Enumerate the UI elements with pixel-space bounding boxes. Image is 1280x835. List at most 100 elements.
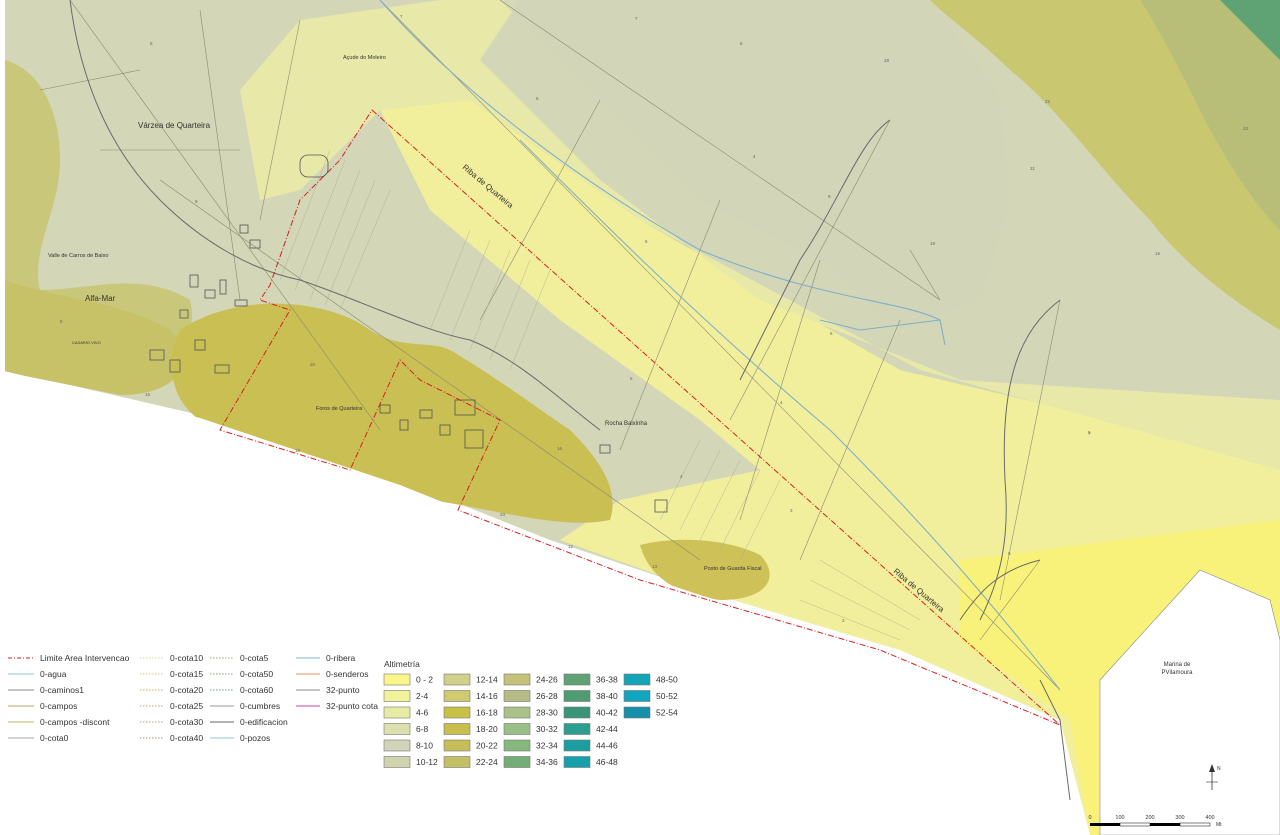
legend-label: 0-cota25	[170, 701, 203, 711]
legend-label: 0-cota60	[240, 685, 273, 695]
altimetry-swatch	[623, 673, 651, 686]
altimetry-label: 28-30	[536, 708, 558, 718]
spot-height: 22	[1045, 99, 1051, 104]
altimetry-swatch	[563, 723, 591, 735]
place-label-rocha: Rocha Baixinha	[605, 421, 648, 427]
altimetry-swatch	[563, 756, 591, 768]
spot-height: 16	[557, 446, 563, 451]
altimetry-swatch	[503, 673, 531, 686]
altimetry-label: 0 - 2	[416, 675, 433, 685]
legend-label: 0-ribera	[326, 653, 356, 663]
spot-height: 19	[930, 241, 936, 246]
legend-label: 0-cota5	[240, 653, 269, 663]
altimetry-label: 42-44	[596, 724, 618, 734]
altimetry-label: 8-10	[416, 741, 433, 751]
spot-height: 13	[652, 564, 658, 569]
altimetry-label: 48-50	[656, 675, 678, 685]
altimetry-label: 26-28	[536, 691, 558, 701]
altimetry-label: 14-16	[476, 691, 498, 701]
place-label-marina-2: PVilamoura	[1162, 670, 1194, 676]
scale-tick: 0	[1088, 815, 1091, 821]
altimetry-label: 34-36	[536, 757, 558, 767]
place-label-casario: CASARIO VIVO	[72, 340, 101, 345]
altimetry-label: 38-40	[596, 691, 618, 701]
altimetry-swatch	[503, 739, 531, 752]
scale-tick: 200	[1145, 815, 1154, 821]
altimetry-swatch	[443, 706, 471, 719]
altimetry-swatch	[383, 739, 411, 752]
altimetry-label: 18-20	[476, 724, 498, 734]
north-label: N	[1217, 766, 1221, 772]
legend-label: 0-cota40	[170, 733, 203, 743]
altimetry-swatch	[563, 673, 591, 686]
spot-height: 23	[1243, 126, 1249, 131]
altimetry-label: 44-46	[596, 741, 618, 751]
altimetry-label: 10-12	[416, 757, 438, 767]
scale-tick: 100	[1115, 815, 1124, 821]
map-figure: 8 7 7 6 8 4 9 5 28 22 23 21 15 19 6 4 5 …	[0, 0, 1280, 835]
place-label-acude: Açude do Moleiro	[343, 55, 386, 61]
spot-height: 21	[1030, 166, 1036, 171]
altimetry-swatch	[383, 673, 411, 686]
altimetry-label: 22-24	[476, 757, 498, 767]
altimetry-label: 46-48	[596, 757, 618, 767]
altimetry-swatch	[503, 706, 531, 719]
legend-label: 0-cota20	[170, 685, 203, 695]
altimetry-swatch	[443, 690, 471, 702]
legend-label: 0-cota10	[170, 653, 203, 663]
place-label-valle: Valle de Carros de Baixo	[48, 253, 108, 259]
altimetry-swatch	[383, 690, 411, 702]
spot-height: 20	[310, 362, 316, 367]
legend-label: 0-cumbres	[240, 701, 280, 711]
altimetry-label: 16-18	[476, 708, 498, 718]
altimetry-label: 30-32	[536, 724, 558, 734]
legend-label: 0-cota30	[170, 717, 203, 727]
spot-height: 12	[568, 544, 574, 549]
altimetry-swatch	[443, 739, 471, 752]
legend-label: 32-punto	[326, 685, 360, 695]
altimetry-swatch	[563, 706, 591, 719]
legend-label: 0-edificacion	[240, 717, 288, 727]
place-label-posto: Posto de Guarda Fiscal	[704, 566, 761, 572]
altimetry-label: 52-54	[656, 708, 678, 718]
legend-label: 32-punto cota	[326, 701, 378, 711]
spot-height: 15	[145, 392, 151, 397]
legend-label: 0-cota50	[240, 669, 273, 679]
place-label-varzea: Várzea de Quarteira	[138, 121, 211, 130]
altimetry-swatch	[623, 706, 651, 719]
altimetry-label: 36-38	[596, 675, 618, 685]
altimetry-swatch	[443, 756, 471, 768]
place-label-foros: Foros de Quarteira	[316, 406, 363, 412]
place-label-marina-1: Marina de	[1164, 662, 1191, 668]
legend-label: 0-campos	[40, 701, 77, 711]
spot-height: 28	[884, 58, 890, 63]
legend-label: 0-cota15	[170, 669, 203, 679]
legend-label: 0-cota0	[40, 733, 69, 743]
legend-label: 0-campos -discont	[40, 717, 110, 727]
altimetry-label: 32-34	[536, 741, 558, 751]
scale-segment	[1150, 823, 1180, 826]
altimetry-swatch	[383, 706, 411, 719]
altimetry-swatch	[443, 723, 471, 735]
place-label-alfa-mar: Alfa-Mar	[85, 294, 116, 303]
spot-height: 23	[500, 512, 506, 517]
altimetry-title: Altimetría	[384, 659, 420, 669]
altimetry-swatch	[503, 723, 531, 735]
altimetry-swatch	[503, 690, 531, 702]
map-canvas: 8 7 7 6 8 4 9 5 28 22 23 21 15 19 6 4 5 …	[0, 0, 1280, 835]
spot-height: 15	[1155, 251, 1161, 256]
altimetry-label: 20-22	[476, 741, 498, 751]
altimetry-swatch	[623, 690, 651, 702]
altimetry-swatch	[503, 756, 531, 768]
altimetry-swatch	[563, 690, 591, 702]
altimetry-label: 40-42	[596, 708, 618, 718]
altimetry-swatch	[563, 739, 591, 752]
scale-segment	[1179, 822, 1211, 827]
legend-label: 0-agua	[40, 669, 67, 679]
altimetry-label: 24-26	[536, 675, 558, 685]
scale-unit: Mt	[1216, 822, 1222, 828]
altimetry-swatch	[383, 723, 411, 735]
altimetry-label: 12-14	[476, 675, 498, 685]
legend-label: 0-caminos1	[40, 685, 84, 695]
scale-tick: 300	[1175, 815, 1184, 821]
